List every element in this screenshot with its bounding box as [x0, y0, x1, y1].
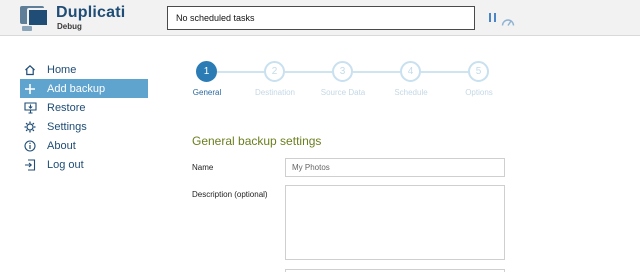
duplicati-logo-icon[interactable]	[20, 4, 50, 32]
header-bar: Duplicati Debug No scheduled tasks	[0, 0, 640, 36]
step-1-general[interactable]: 1	[196, 61, 217, 82]
step-5-options[interactable]: 5	[468, 61, 489, 82]
step-label-destination[interactable]: Destination	[240, 88, 310, 97]
sidebar-item-label: Log out	[47, 158, 84, 171]
step-connector	[285, 71, 332, 73]
sidebar-item-label: Restore	[47, 101, 86, 114]
step-label-schedule[interactable]: Schedule	[376, 88, 446, 97]
sidebar-item-restore[interactable]: Restore	[20, 98, 148, 117]
restore-icon	[23, 101, 37, 115]
description-textarea[interactable]	[285, 185, 505, 260]
step-connector	[421, 71, 468, 73]
section-title: General backup settings	[192, 134, 322, 148]
status-text: No scheduled tasks	[176, 13, 255, 23]
wizard-stepper: 1 2 3 4 5 General Destination Source Dat…	[186, 60, 516, 100]
plus-icon	[23, 82, 37, 96]
sidebar-item-logout[interactable]: Log out	[20, 155, 148, 174]
throttle-icon[interactable]	[501, 12, 515, 26]
sidebar-item-label: Settings	[47, 120, 87, 133]
info-icon	[23, 139, 37, 153]
sidebar-item-label: Home	[47, 63, 77, 76]
logout-icon	[23, 158, 37, 172]
home-icon	[23, 63, 37, 77]
sidebar-item-about[interactable]: About	[20, 136, 148, 155]
pause-icon[interactable]	[489, 13, 496, 22]
step-label-options[interactable]: Options	[444, 88, 514, 97]
step-2-destination[interactable]: 2	[264, 61, 285, 82]
gear-icon	[23, 120, 37, 134]
step-label-source-data[interactable]: Source Data	[308, 88, 378, 97]
sidebar-item-settings[interactable]: Settings	[20, 117, 148, 136]
name-input[interactable]: My Photos	[285, 158, 505, 177]
app-title: Duplicati	[56, 4, 126, 21]
step-label-general[interactable]: General	[172, 88, 242, 97]
sidebar-item-add-backup[interactable]: Add backup	[20, 79, 148, 98]
name-label: Name	[192, 163, 214, 172]
duplicati-window: Duplicati Debug No scheduled tasks Home	[0, 0, 640, 272]
sidebar-item-label: About	[47, 139, 76, 152]
app-subtitle: Debug	[57, 22, 82, 31]
description-label: Description (optional)	[192, 190, 268, 199]
sidebar-nav: Home Add backup Restore Settings About L…	[20, 60, 148, 174]
step-3-source-data[interactable]: 3	[332, 61, 353, 82]
step-4-schedule[interactable]: 4	[400, 61, 421, 82]
sidebar-item-label: Add backup	[47, 82, 106, 95]
sidebar-item-home[interactable]: Home	[20, 60, 148, 79]
step-connector	[217, 71, 264, 73]
step-connector	[353, 71, 400, 73]
status-panel[interactable]: No scheduled tasks	[167, 6, 475, 30]
